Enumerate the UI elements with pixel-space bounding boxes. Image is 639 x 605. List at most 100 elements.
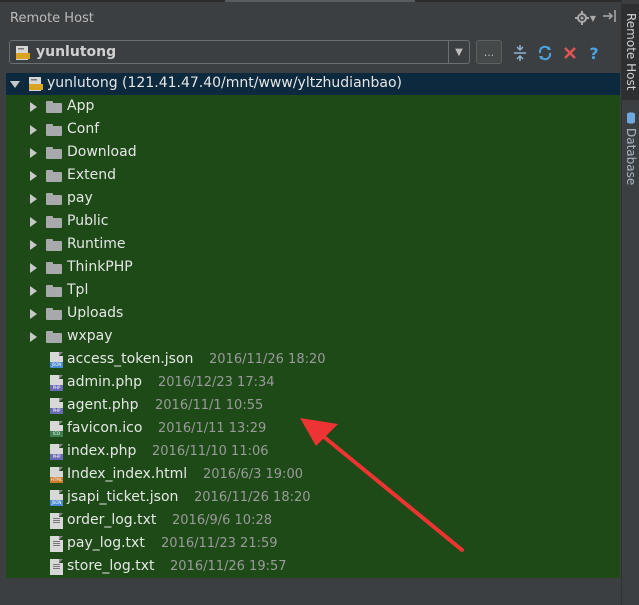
tree-file-row[interactable]: order_log.txt 2016/9/6 10:28 <box>6 510 620 533</box>
file-name: order_log.txt <box>67 512 157 528</box>
ico-file-icon: ICO <box>50 421 63 437</box>
file-modified-date: 2016/11/10 11:06 <box>152 444 269 459</box>
file-modified-date: 2016/11/23 21:59 <box>161 536 278 551</box>
ftp-server-icon <box>28 76 44 96</box>
folder-name: Public <box>67 213 109 229</box>
collapse-all-icon[interactable] <box>511 44 529 62</box>
tree-file-row[interactable]: store_log.txt 2016/11/26 19:57 <box>6 556 620 578</box>
folder-name: Conf <box>67 121 100 137</box>
folder-icon <box>46 239 62 251</box>
server-select-value: yunlutong <box>36 44 117 60</box>
php-file-icon: PHP <box>50 444 63 460</box>
file-name: Index_index.html <box>67 466 188 482</box>
gear-icon[interactable]: ▼ <box>574 11 596 25</box>
tree-folder-row[interactable]: Conf <box>6 119 620 142</box>
panel-bottom <box>0 580 621 605</box>
file-name: favicon.ico <box>67 420 143 436</box>
sync-icon[interactable] <box>536 44 554 62</box>
tree-folder-row[interactable]: Public <box>6 211 620 234</box>
folder-name: Extend <box>67 167 116 183</box>
folder-icon <box>46 147 62 159</box>
tree-folder-row[interactable]: Download <box>6 142 620 165</box>
folder-name: pay <box>67 190 93 206</box>
tree-file-row[interactable]: HTML Index_index.html 2016/6/3 19:00 <box>6 464 620 487</box>
folder-icon <box>46 285 62 297</box>
expand-arrow-icon[interactable] <box>30 125 37 135</box>
server-select[interactable]: yunlutong ▼ <box>9 40 470 64</box>
help-icon[interactable]: ? <box>585 44 603 63</box>
tree-folder-row[interactable]: ThinkPHP <box>6 257 620 280</box>
tree-folder-row[interactable]: Uploads <box>6 303 620 326</box>
panel-title: Remote Host <box>10 11 94 26</box>
file-name: pay_log.txt <box>67 535 145 551</box>
html-file-icon: HTML <box>50 467 63 483</box>
folder-icon <box>46 193 62 205</box>
dropdown-arrow-icon[interactable]: ▼ <box>448 41 469 63</box>
expand-arrow-icon[interactable] <box>30 263 37 273</box>
file-modified-date: 2016/9/6 10:28 <box>172 513 272 528</box>
tree-root-row[interactable]: yunlutong (121.41.47.40/mnt/www/yltzhudi… <box>6 73 620 95</box>
file-name: agent.php <box>67 397 139 413</box>
file-modified-date: 2016/1/11 13:29 <box>158 421 267 436</box>
tree-folder-row[interactable]: wxpay <box>6 326 620 349</box>
tree-root-label: yunlutong (121.41.47.40/mnt/www/yltzhudi… <box>47 75 403 91</box>
right-tool-strip: Remote Host Database <box>621 0 639 605</box>
expand-arrow-icon[interactable] <box>30 148 37 158</box>
php-file-icon: PHP <box>50 375 63 391</box>
tab-database[interactable]: Database <box>622 112 639 185</box>
folder-name: Download <box>67 144 137 160</box>
tab-remote-host[interactable]: Remote Host <box>622 4 639 100</box>
file-modified-date: 2016/11/26 18:20 <box>209 352 326 367</box>
file-modified-date: 2016/11/26 18:20 <box>194 490 311 505</box>
tree-folder-row[interactable]: Runtime <box>6 234 620 257</box>
file-modified-date: 2016/11/26 19:57 <box>170 559 287 574</box>
folder-icon <box>46 170 62 182</box>
expand-arrow-icon[interactable] <box>30 332 37 342</box>
expand-arrow-icon[interactable] <box>30 240 37 250</box>
json-file-icon: JSON <box>50 490 63 506</box>
expand-arrow-icon[interactable] <box>30 309 37 319</box>
file-modified-date: 2016/11/1 10:55 <box>155 398 264 413</box>
tree-folder-row[interactable]: App <box>6 96 620 119</box>
folder-icon <box>46 124 62 136</box>
expand-arrow-icon[interactable] <box>30 171 37 181</box>
file-name: admin.php <box>67 374 142 390</box>
header-actions: ▼ <box>574 10 616 26</box>
panel-header: Remote Host ▼ <box>0 4 620 32</box>
close-icon[interactable] <box>561 44 579 62</box>
folder-name: Uploads <box>67 305 124 321</box>
expand-arrow-icon[interactable] <box>30 286 37 296</box>
tree-folder-row[interactable]: Tpl <box>6 280 620 303</box>
expand-arrow-icon[interactable] <box>10 81 20 88</box>
folder-name: App <box>67 98 95 114</box>
tree-file-row[interactable]: JSON jsapi_ticket.json 2016/11/26 18:20 <box>6 487 620 510</box>
tree-file-row[interactable]: PHP index.php 2016/11/10 11:06 <box>6 441 620 464</box>
txt-file-icon <box>50 559 63 575</box>
json-file-icon: JSON <box>50 352 63 368</box>
expand-arrow-icon[interactable] <box>30 194 37 204</box>
more-button[interactable]: ... <box>476 40 502 64</box>
expand-arrow-icon[interactable] <box>30 102 37 112</box>
expand-arrow-icon[interactable] <box>30 217 37 227</box>
file-name: jsapi_ticket.json <box>67 489 179 505</box>
txt-file-icon <box>50 536 63 552</box>
tree-folder-row[interactable]: pay <box>6 188 620 211</box>
folder-name: wxpay <box>67 328 113 344</box>
tree-file-row[interactable]: PHP agent.php 2016/11/1 10:55 <box>6 395 620 418</box>
tree-file-row[interactable]: ICO favicon.ico 2016/1/11 13:29 <box>6 418 620 441</box>
remote-file-tree[interactable]: yunlutong (121.41.47.40/mnt/www/yltzhudi… <box>6 73 620 578</box>
top-highlight <box>225 0 415 2</box>
file-name: store_log.txt <box>67 558 155 574</box>
window-top-border <box>0 0 639 2</box>
tree-folder-row[interactable]: Extend <box>6 165 620 188</box>
chevron-down-icon: ▼ <box>589 13 596 23</box>
file-name: index.php <box>67 443 137 459</box>
folder-name: Runtime <box>67 236 126 252</box>
tree-file-row[interactable]: pay_log.txt 2016/11/23 21:59 <box>6 533 620 556</box>
tree-file-row[interactable]: PHP admin.php 2016/12/23 17:34 <box>6 372 620 395</box>
ftp-server-icon <box>15 45 31 65</box>
file-name: access_token.json <box>67 351 194 367</box>
hide-panel-icon[interactable] <box>602 10 616 26</box>
tree-file-row[interactable]: JSON access_token.json 2016/11/26 18:20 <box>6 349 620 372</box>
folder-name: Tpl <box>67 282 89 298</box>
